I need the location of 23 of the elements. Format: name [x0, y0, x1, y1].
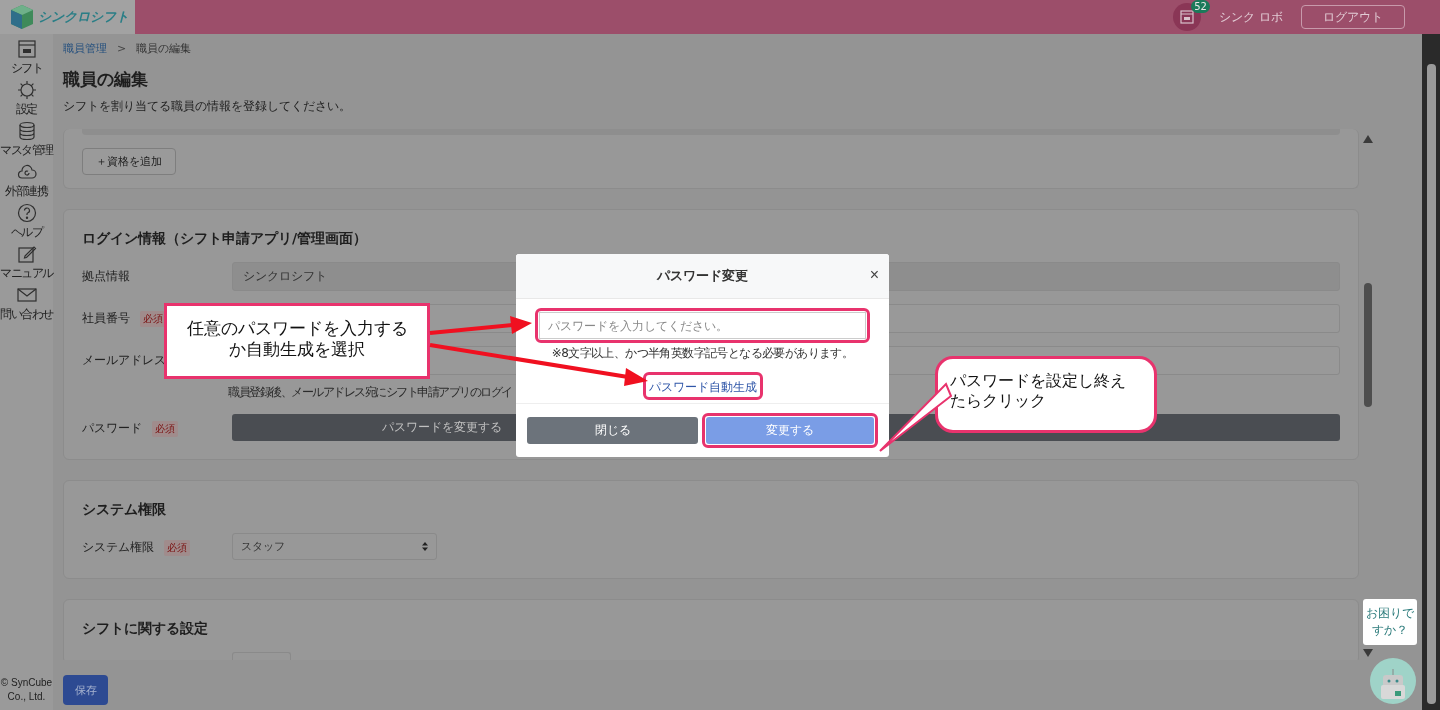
section-title: システム権限 [82, 501, 167, 519]
user-name: シンク ロボ [1219, 8, 1283, 26]
required-badge: 必須 [152, 420, 178, 437]
field-label: 社員番号 [82, 310, 130, 327]
field-label: 拠点情報 [82, 268, 130, 285]
copyright-text: © SynCube Co., Ltd. [0, 676, 53, 704]
section-title: ログイン情報（シフト申請アプリ/管理画面） [82, 230, 369, 248]
field-label: システム権限 [82, 539, 154, 556]
breadcrumb-separator: > [117, 42, 127, 55]
field-label: パスワード [82, 420, 142, 437]
field-label: メールアドレス [82, 352, 166, 369]
required-badge: 必須 [164, 539, 190, 556]
required-badge: 必須 [140, 310, 166, 327]
breadcrumb-current: 職員の編集 [136, 41, 192, 56]
dialog-title: パスワード変更 [657, 267, 748, 285]
section-title: シフトに関する設定 [82, 620, 209, 638]
help-text: 職員登録後、メールアドレス宛にシフト申請アプリのログイ [228, 384, 512, 401]
logo-text: シンクロシフト [38, 8, 129, 26]
annotation-callout: 任意のパスワードを入力するか自動生成を選択 [164, 303, 430, 379]
page-description: シフトを割り当てる職員の情報を登録してください。 [63, 98, 352, 115]
notification-badge: 52 [1191, 0, 1210, 13]
page-title: 職員の編集 [63, 68, 149, 91]
password-rule-note: ※8文字以上、かつ半角英数字記号となる必要があります。 [551, 345, 854, 362]
